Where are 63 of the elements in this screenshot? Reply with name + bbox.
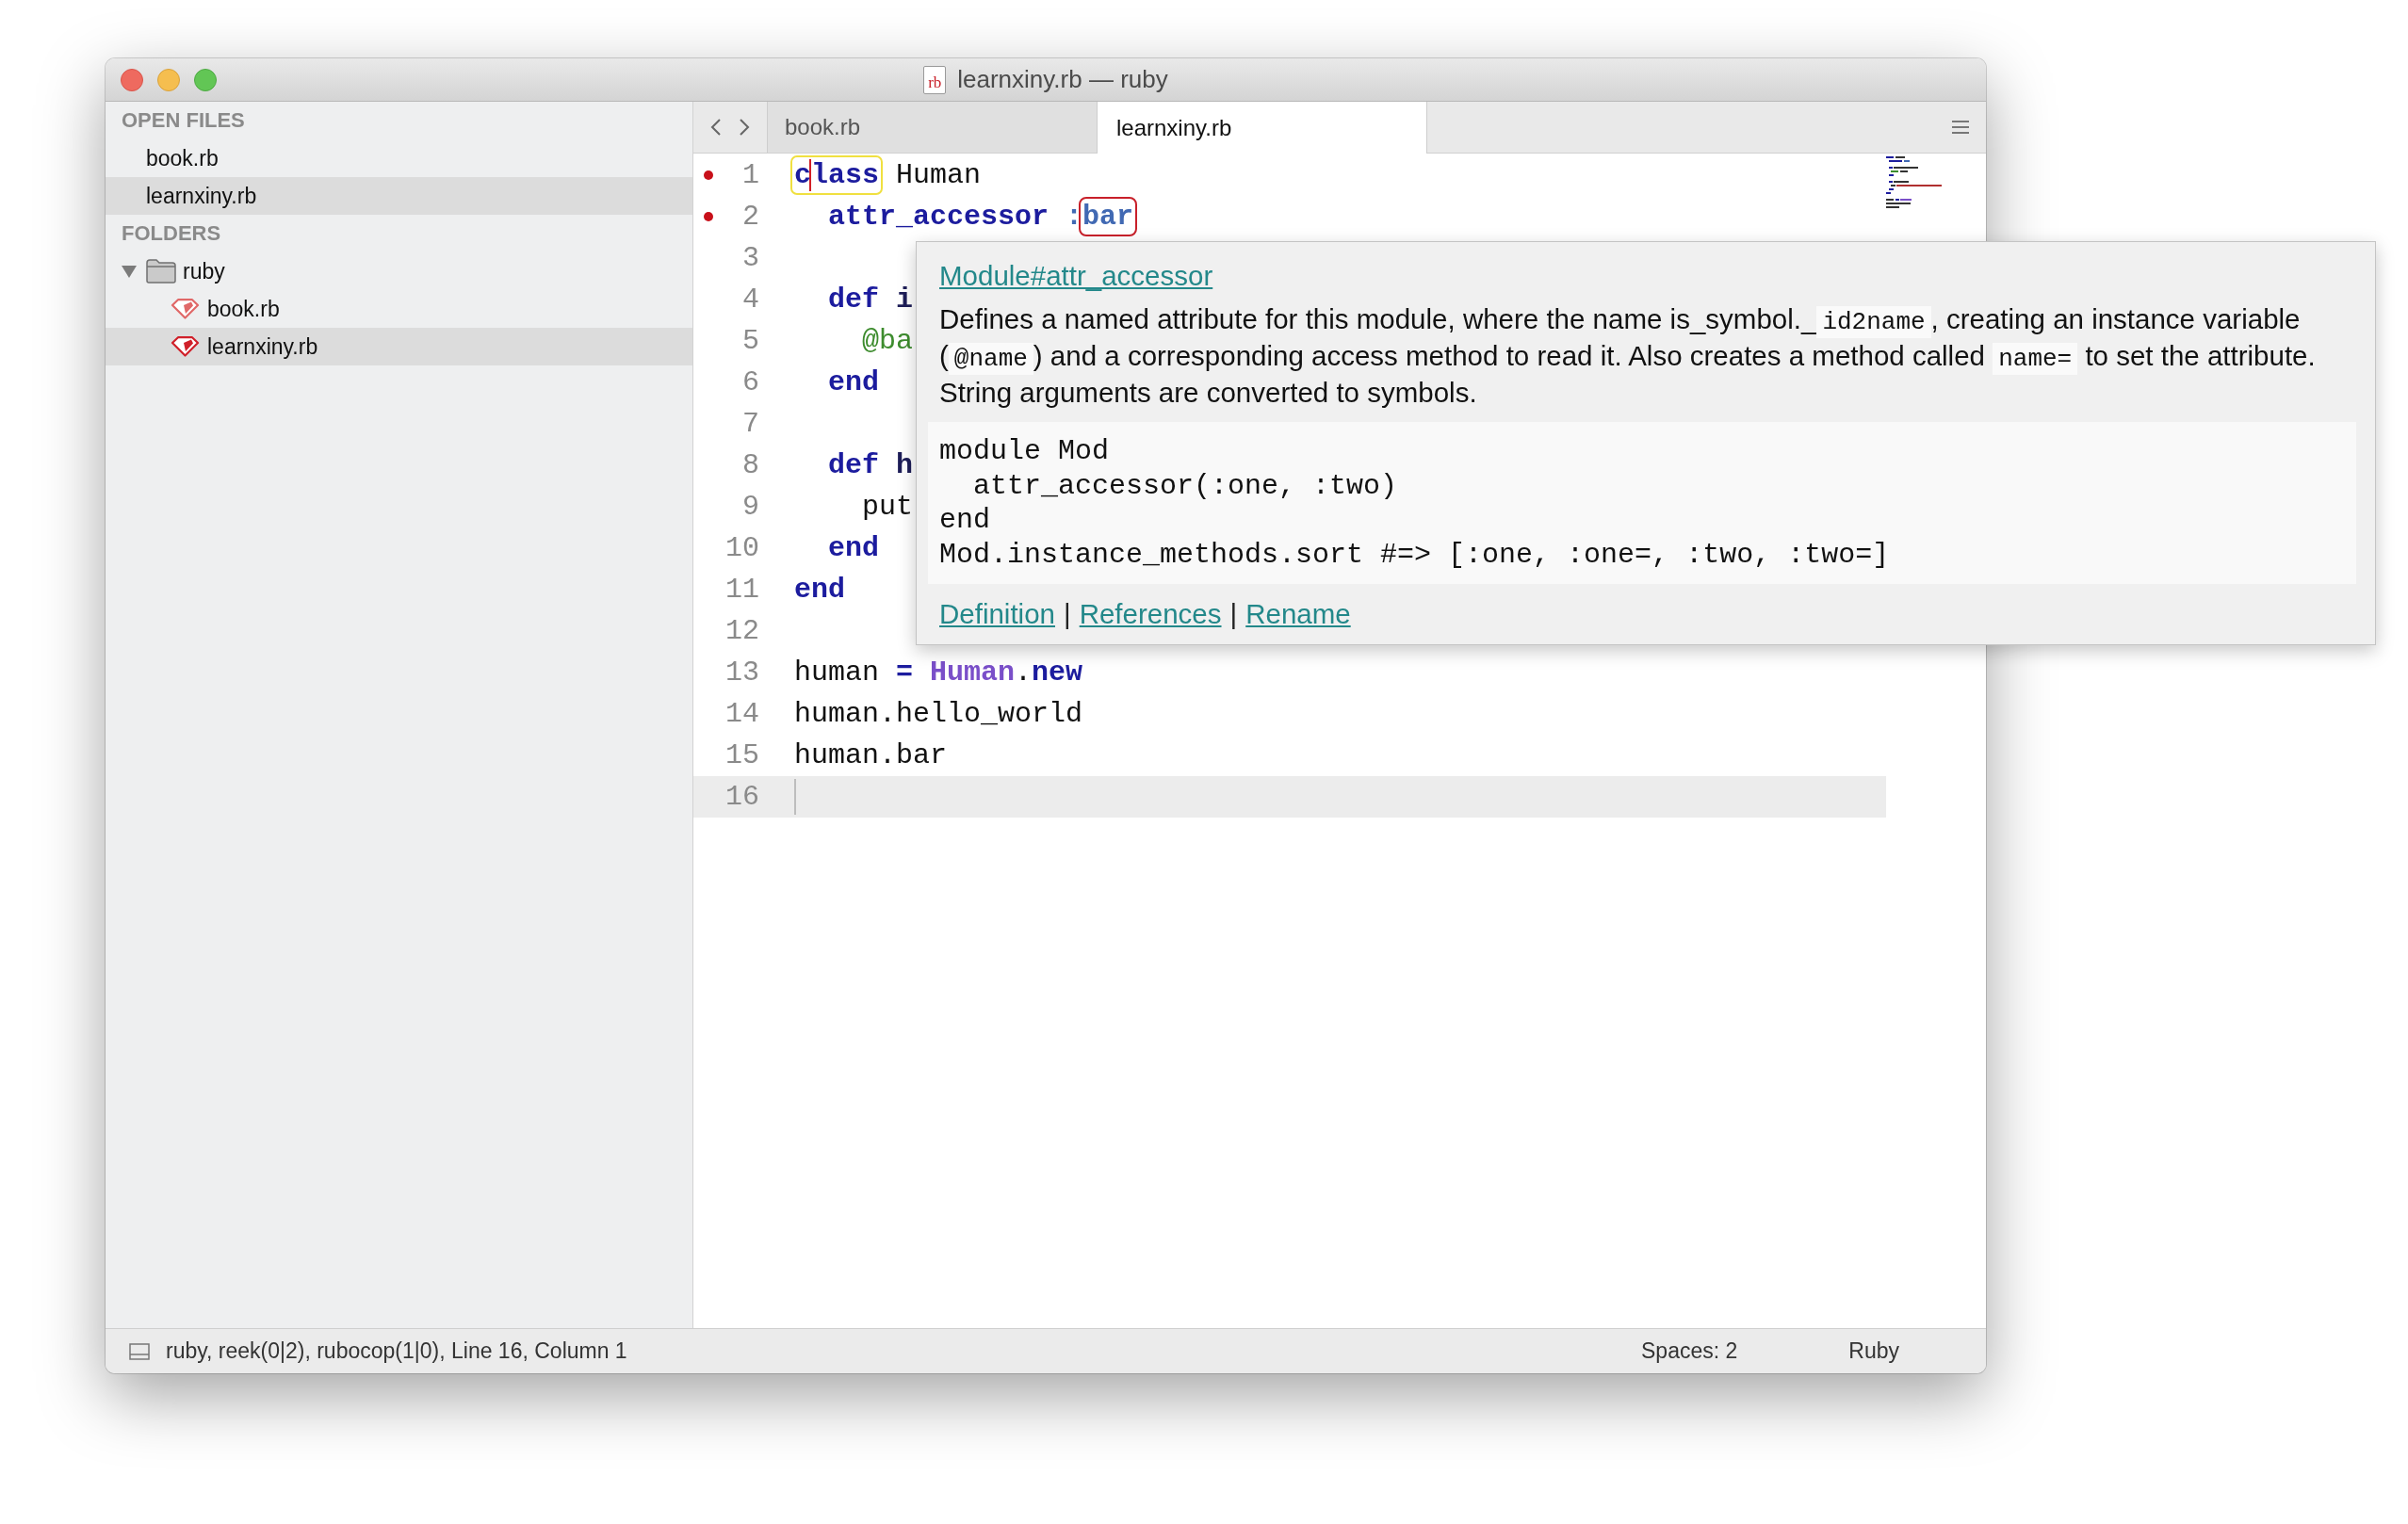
line-number: 14 [724,698,759,730]
code-line: human.bar [794,738,948,772]
menu-icon[interactable] [1952,121,1969,134]
example-code-line: Mod.instance_methods.sort #=> [:one, :one=, :two, :two=] [939,537,1890,572]
line-number: 16 [724,781,759,813]
line-number: 11 [724,574,759,606]
panel-icon[interactable] [129,1342,150,1360]
doc-title-link[interactable]: Module#attr_accessor [939,259,1213,293]
window-title: learnxiny.rb — ruby [957,65,1168,94]
section-header: FOLDERS [121,220,222,247]
file-item[interactable]: learnxiny.rb [106,328,692,365]
example-code-line: attr_accessor(:one, :two) [972,468,1398,503]
gem-icon [171,299,200,319]
line-number: 13 [724,657,759,689]
text-cursor [794,779,796,815]
example-code-line: module Mod [939,434,1110,469]
status-item[interactable]: Spaces: 2 [1641,1338,1738,1364]
file-item[interactable]: book.rb [106,290,692,328]
doc-description: Defines a named attribute for this module, where the name is_symbol._ id2name , creating an instance variable ( @name ) and a corresponding access method to read it. Also creates a method called name= to set the attribute. String arguments are converted to symbols. [939,302,2317,410]
status-item[interactable]: Ruby [1848,1338,1899,1364]
forward-icon[interactable] [739,118,750,137]
code-line: def h [827,448,914,482]
file-icon: rb [923,65,947,94]
doc-link[interactable]: Definition [939,597,1055,631]
section-header: OPEN FILES [121,107,246,134]
line-number: 6 [741,366,759,398]
link-separator: | [1229,597,1238,631]
line-number: 3 [741,242,759,274]
line-number: 1 [741,159,759,191]
code-line: @ba [861,324,914,358]
code-line: end [827,531,880,565]
code-line: human.hello_world [794,697,1083,731]
code-line: put [861,490,914,524]
code-line: attr_accessor :bar [794,200,1134,234]
gem-icon [171,336,200,357]
folder-icon [146,259,176,284]
close-window-icon[interactable] [121,68,143,91]
link-separator: | [1064,597,1071,631]
example-code-line: end [939,503,990,538]
zoom-window-icon[interactable] [194,68,217,91]
line-number: 8 [741,449,759,481]
editor-tab[interactable]: book.rb [768,102,1098,153]
open-file-item[interactable]: book.rb [106,139,692,177]
editor-tab[interactable]: learnxiny.rb [1098,102,1427,154]
line-number: 4 [741,284,759,316]
code-line: human = Human.new [794,656,1083,689]
folder-item[interactable]: ruby [106,252,692,290]
line-number: 2 [741,201,759,233]
doc-link[interactable]: References [1079,597,1222,631]
doc-link[interactable]: Rename [1245,597,1351,631]
disclosure-triangle-icon[interactable] [122,264,137,279]
back-icon[interactable] [710,118,722,137]
code-line: end [794,573,845,607]
status-text: ruby, reek(0|2), rubocop(1|0), Line 16, Column 1 [166,1338,627,1364]
line-number: 10 [724,532,759,564]
line-number: 7 [741,408,759,440]
open-file-item[interactable]: learnxiny.rb [106,177,692,215]
line-number: 15 [724,739,759,771]
code-line: end [827,365,880,399]
code-line: def i [827,283,914,316]
line-number: 12 [724,615,759,647]
line-number: 5 [741,325,759,357]
line-number: 9 [741,491,759,523]
